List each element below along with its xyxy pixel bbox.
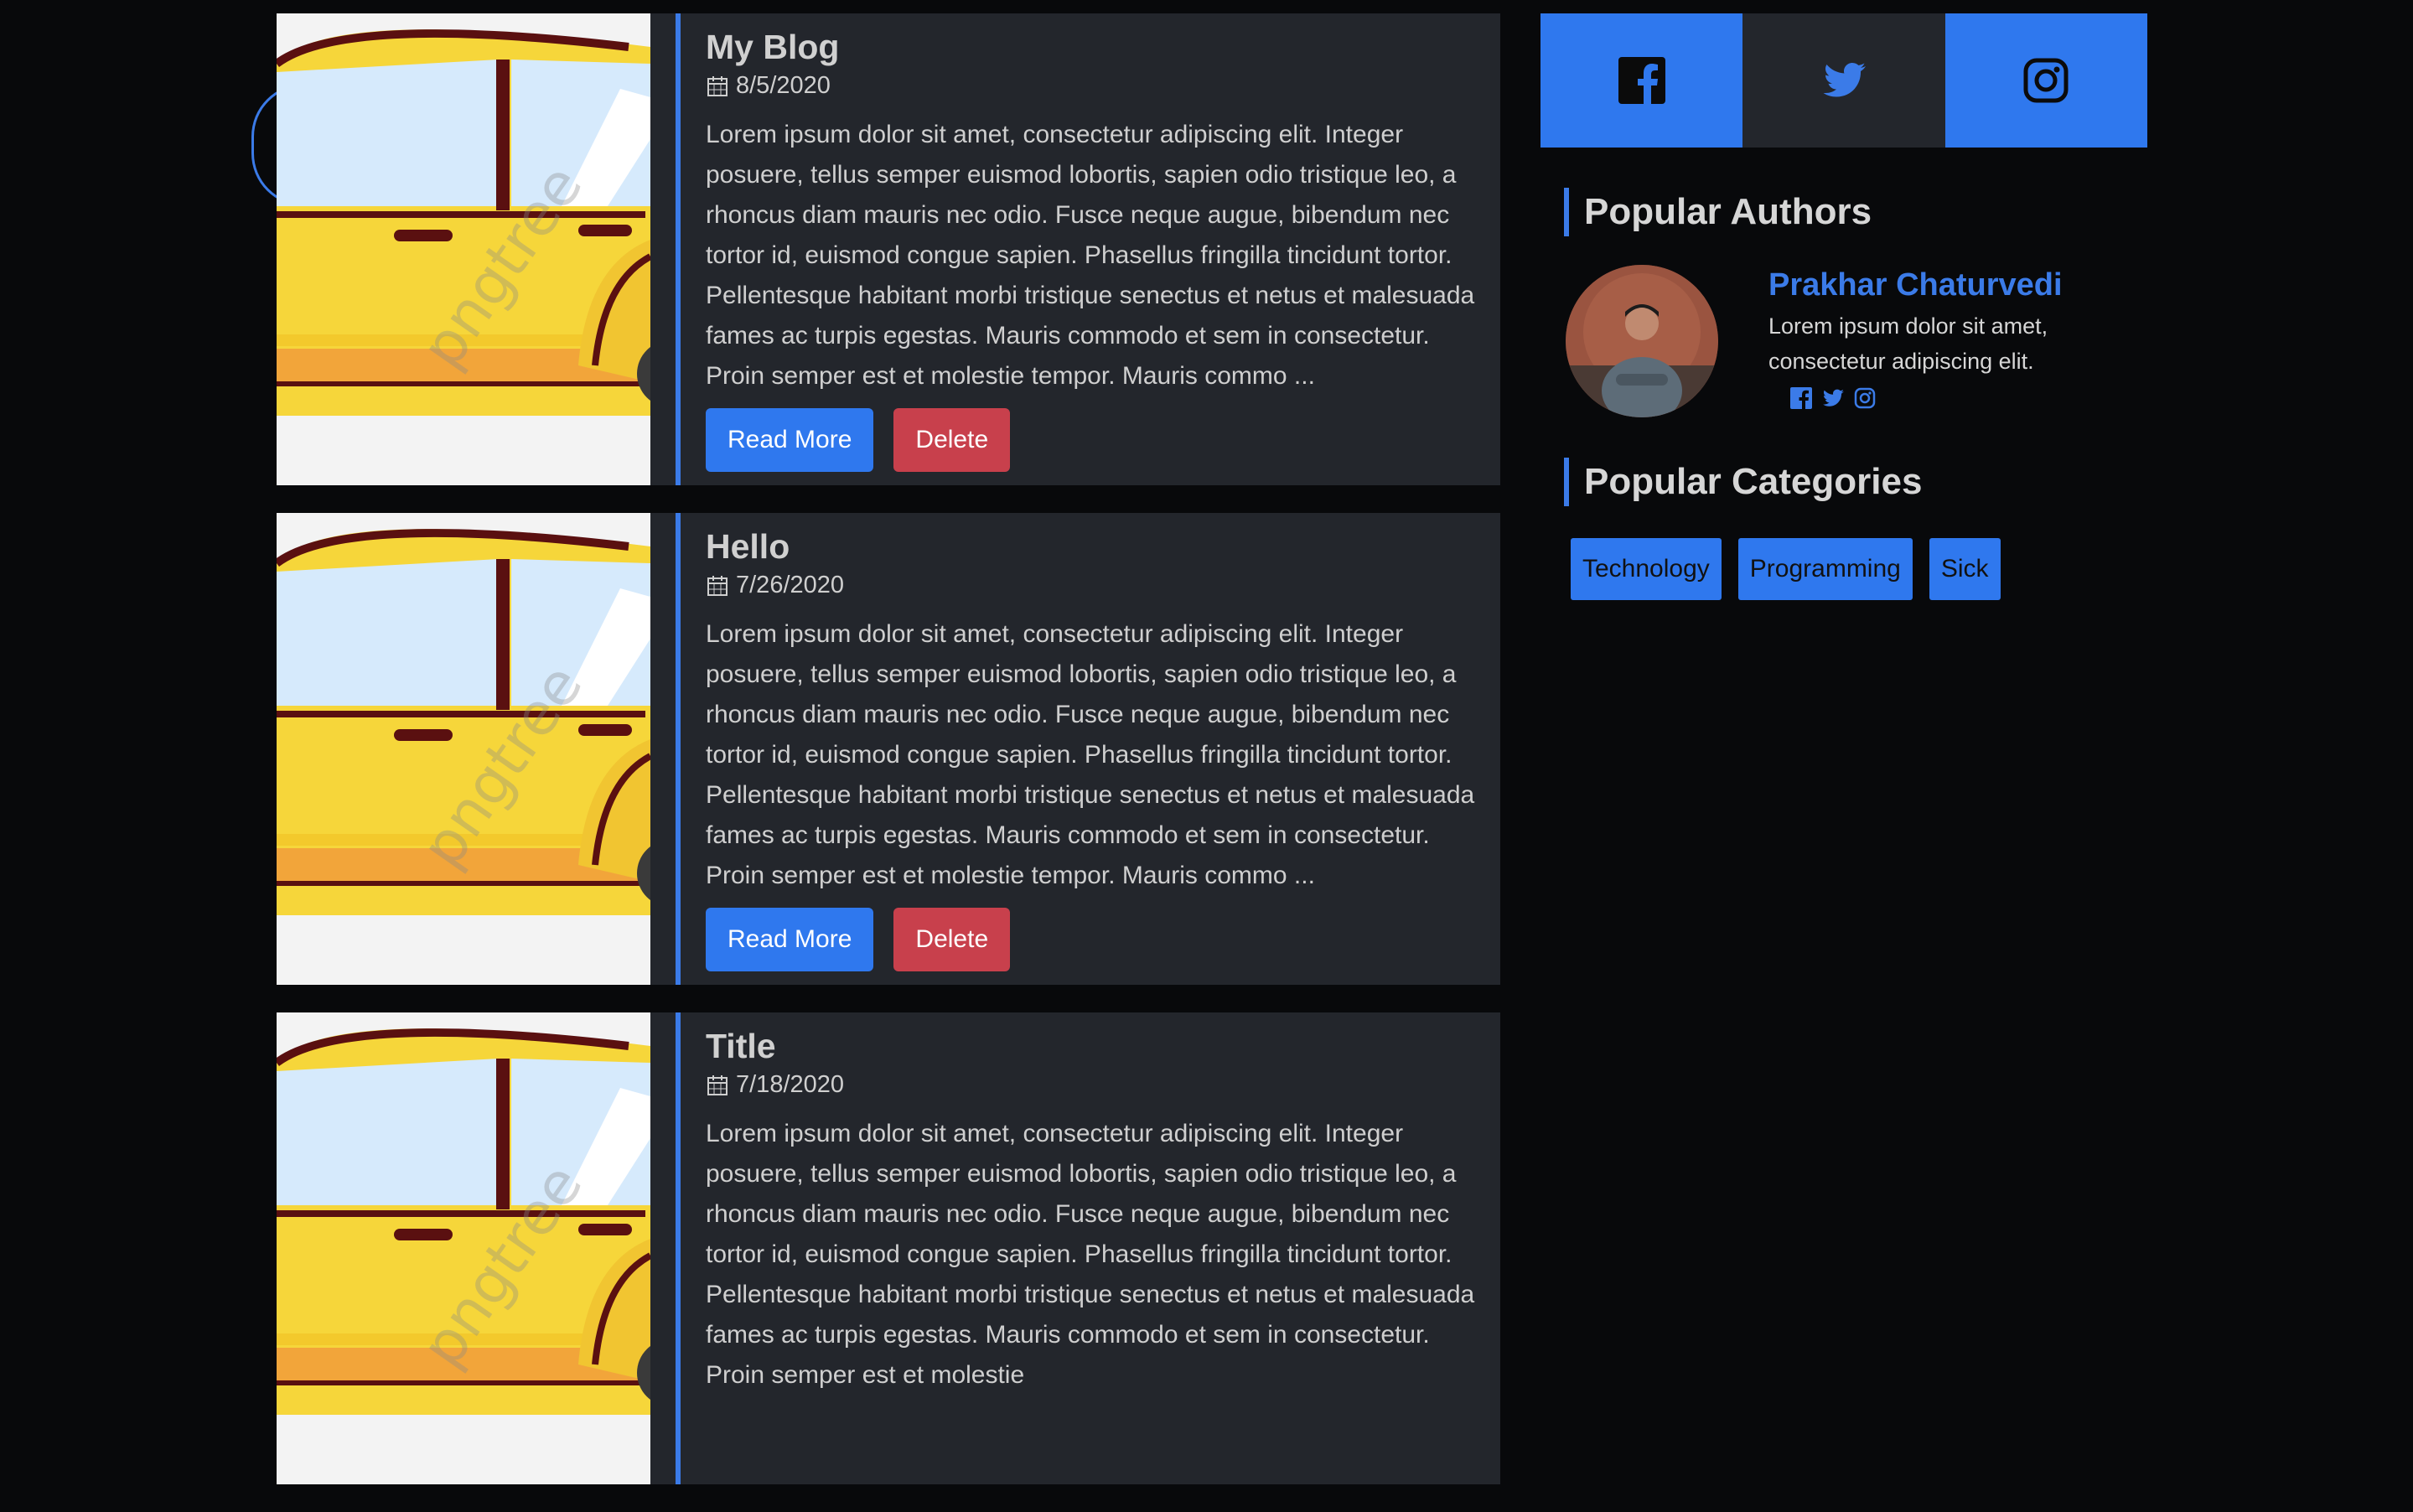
social-links [1540, 13, 2147, 148]
car-illustration: pngtree [277, 13, 650, 485]
post-actions: Read More Delete [706, 908, 1475, 971]
author-photo [1566, 265, 1718, 417]
post-title: Title [706, 1027, 776, 1065]
post-excerpt: Lorem ipsum dolor sit amet, consectetur … [706, 1120, 1475, 1389]
sidebar: Popular Authors Prakhar Chaturvedi Lorem… [1540, 13, 2147, 600]
author-card: Prakhar Chaturvedi Lorem ipsum dolor sit… [1566, 265, 2147, 417]
post-date-text: 7/26/2020 [736, 572, 845, 598]
category-tags: Technology Programming Sick [1571, 538, 2147, 600]
post-date: 7/18/2020 [706, 1071, 1475, 1099]
popular-authors-heading: Popular Authors [1564, 188, 2147, 236]
facebook-icon[interactable] [1789, 386, 1814, 411]
post-date: 8/5/2020 [706, 72, 1475, 100]
delete-button[interactable]: Delete [893, 408, 1011, 472]
author-social-links [1789, 386, 2070, 411]
popular-categories-heading: Popular Categories [1564, 458, 2147, 506]
post-thumbnail: pngtree [277, 513, 650, 985]
post-thumbnail: pngtree [277, 1012, 650, 1484]
post-title: Hello [706, 527, 790, 566]
calendar-icon [707, 75, 728, 96]
post-thumbnail: pngtree [277, 13, 650, 485]
post-date: 7/26/2020 [706, 572, 1475, 599]
facebook-link[interactable] [1540, 13, 1743, 148]
twitter-icon[interactable] [1820, 386, 1846, 411]
car-illustration: pngtree [277, 1012, 650, 1484]
post-date-text: 8/5/2020 [736, 72, 831, 99]
post-actions: Read More Delete [706, 408, 1475, 472]
car-illustration: pngtree [277, 513, 650, 985]
post-body: My Blog 8/5/2020 Lorem ipsum dolor sit a… [681, 13, 1500, 485]
category-tag-programming[interactable]: Programming [1737, 538, 1913, 600]
instagram-icon[interactable] [1852, 386, 1877, 411]
category-tag-technology[interactable]: Technology [1571, 538, 1722, 600]
read-more-button[interactable]: Read More [706, 408, 874, 472]
author-bio: Lorem ipsum dolor sit amet, consectetur … [1768, 313, 2048, 374]
post-excerpt: Lorem ipsum dolor sit amet, consectetur … [706, 121, 1475, 390]
delete-button[interactable]: Delete [893, 908, 1011, 971]
facebook-icon [1618, 57, 1665, 104]
avatar[interactable] [1566, 265, 1718, 417]
post-card: pngtree Hello 7/26/2020 Lorem ipsum dolo… [277, 513, 1500, 985]
author-name[interactable]: Prakhar Chaturvedi [1768, 265, 2070, 305]
category-tag-sick[interactable]: Sick [1929, 538, 2001, 600]
post-title: My Blog [706, 28, 840, 66]
calendar-icon [707, 1074, 728, 1095]
post-body: Title 7/18/2020 Lorem ipsum dolor sit am… [681, 1012, 1500, 1484]
instagram-link[interactable] [1944, 13, 2147, 148]
post-date-text: 7/18/2020 [736, 1071, 845, 1098]
read-more-button[interactable]: Read More [706, 908, 874, 971]
post-card: pngtree Title 7/18/2020 Lorem ipsum dolo… [277, 1012, 1500, 1484]
twitter-icon [1823, 63, 1866, 97]
calendar-icon [707, 575, 728, 596]
post-feed: pngtree My Blog 8/5/2020 Lorem ipsum dol… [277, 13, 1500, 1512]
post-card: pngtree My Blog 8/5/2020 Lorem ipsum dol… [277, 13, 1500, 485]
twitter-link[interactable] [1742, 13, 1945, 148]
instagram-icon [2023, 58, 2069, 103]
post-body: Hello 7/26/2020 Lorem ipsum dolor sit am… [681, 513, 1500, 985]
author-info: Prakhar Chaturvedi Lorem ipsum dolor sit… [1768, 265, 2070, 417]
post-excerpt: Lorem ipsum dolor sit amet, consectetur … [706, 620, 1475, 889]
